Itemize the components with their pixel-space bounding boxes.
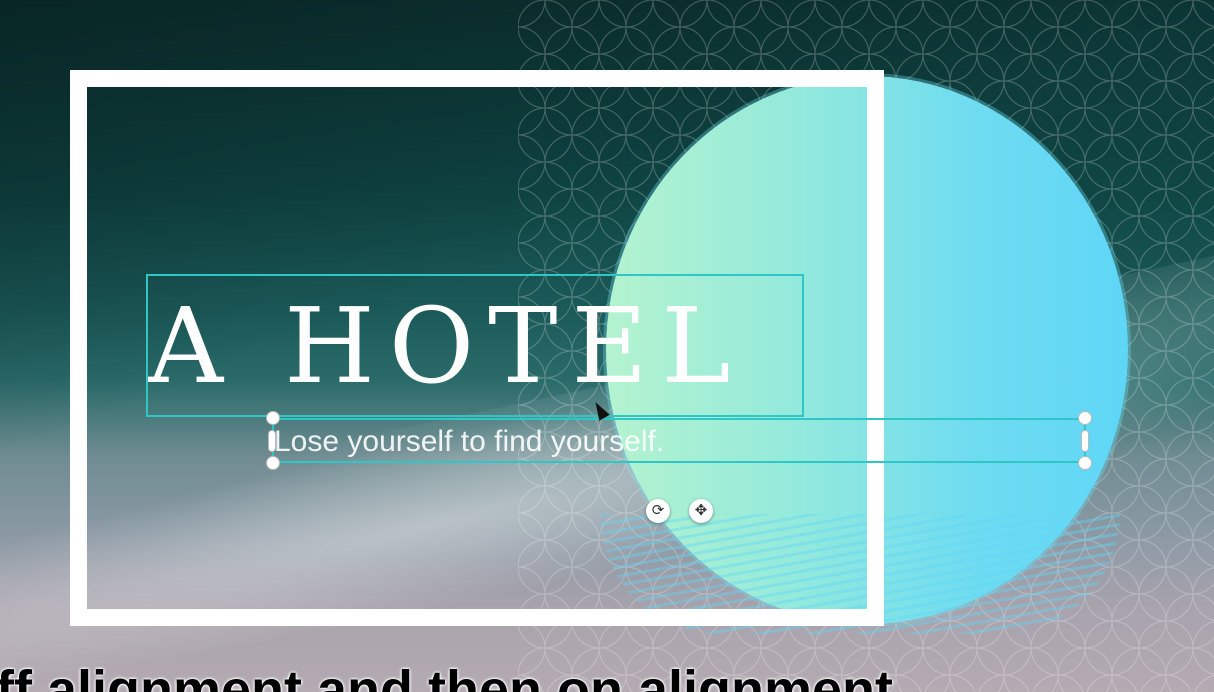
design-canvas[interactable]: A HOTEL Lose yourself to find yourself. … [0, 0, 1214, 692]
resize-handle-top-right[interactable] [1078, 411, 1092, 425]
resize-handle-bottom-left[interactable] [266, 456, 280, 470]
resize-handle-top-left[interactable] [266, 411, 280, 425]
move-icon[interactable]: ✥ [689, 499, 713, 523]
resize-handle-right[interactable] [1081, 430, 1089, 452]
resize-handle-left[interactable] [268, 430, 276, 452]
resize-handle-bottom-right[interactable] [1078, 456, 1092, 470]
video-caption: ff alignment and then on alignment [0, 660, 893, 692]
tagline-text[interactable]: Lose yourself to find yourself. [274, 425, 744, 459]
title-selection-outline [146, 274, 804, 417]
rotate-icon[interactable]: ⟳ [646, 499, 670, 523]
